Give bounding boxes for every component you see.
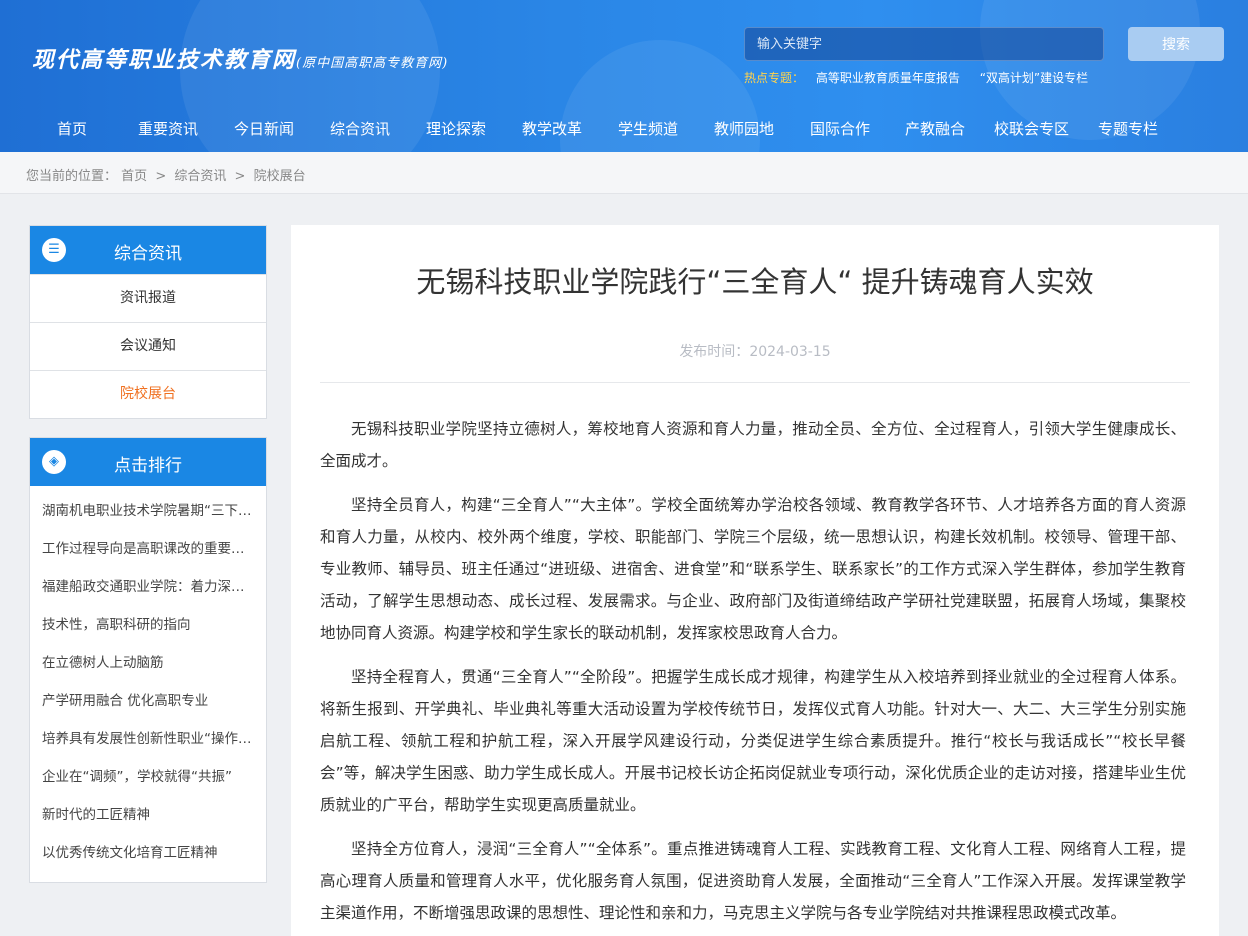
- main-nav: 首页 重要资讯 今日新闻 综合资讯 理论探索 教学改革 学生频道 教师园地 国际…: [0, 112, 1248, 144]
- sidebar-item-reports[interactable]: 资讯报道: [30, 274, 266, 322]
- nav-item-students[interactable]: 学生频道: [618, 118, 678, 139]
- sidebar-section-header: ☰ 综合资讯: [30, 226, 266, 274]
- breadcrumb-bar: 您当前的位置： 首页 > 综合资讯 > 院校展台: [0, 152, 1248, 194]
- nav-item-teachers[interactable]: 教师园地: [714, 118, 774, 139]
- article-panel: 无锡科技职业学院践行“三全育人“ 提升铸魂育人实效 发布时间：2024-03-1…: [291, 225, 1219, 936]
- search-input[interactable]: [744, 27, 1104, 61]
- nav-item-important[interactable]: 重要资讯: [138, 118, 198, 139]
- logo-sub-text: (原中国高职高专教育网): [296, 56, 449, 71]
- site-logo[interactable]: 现代高等职业技术教育网(原中国高职高专教育网): [32, 42, 448, 74]
- ranking-list: 湖南机电职业技术学院暑期“三下乡” 工作过程导向是高职课改的重要方向 福建船政交…: [30, 486, 266, 872]
- site-header: 现代高等职业技术教育网(原中国高职高专教育网) 搜索 热点专题： 高等职业教育质…: [0, 0, 1248, 152]
- breadcrumb-separator: >: [155, 169, 167, 184]
- ranking-item[interactable]: 技术性，高职科研的指向: [30, 606, 266, 644]
- hot-topics: 热点专题： 高等职业教育质量年度报告 “双高计划”建设专栏: [744, 69, 1104, 86]
- search-button[interactable]: 搜索: [1128, 27, 1224, 61]
- nav-item-special[interactable]: 专题专栏: [1098, 118, 1158, 139]
- article-title: 无锡科技职业学院践行“三全育人“ 提升铸魂育人实效: [416, 265, 1094, 299]
- nav-item-general[interactable]: 综合资讯: [330, 118, 390, 139]
- nav-item-teaching[interactable]: 教学改革: [522, 118, 582, 139]
- sidebar-section: ☰ 综合资讯 资讯报道 会议通知 院校展台: [29, 225, 267, 419]
- ranking-item[interactable]: 湖南机电职业技术学院暑期“三下乡”: [30, 492, 266, 530]
- logo-main-text: 现代高等职业技术教育网: [32, 47, 297, 73]
- sidebar-ranking-title: 点击排行: [114, 456, 182, 476]
- nav-item-alliance[interactable]: 校联会专区: [994, 118, 1069, 139]
- article-paragraph: 无锡科技职业学院坚持立德树人，筹校地育人资源和育人力量，推动全员、全方位、全过程…: [320, 420, 1186, 470]
- nav-item-industry[interactable]: 产教融合: [905, 118, 965, 139]
- breadcrumb: 您当前的位置： 首页 > 综合资讯 > 院校展台: [26, 165, 306, 184]
- breadcrumb-home[interactable]: 首页: [121, 169, 147, 184]
- ranking-item[interactable]: 以优秀传统文化培育工匠精神: [30, 834, 266, 872]
- nav-item-theory[interactable]: 理论探索: [426, 118, 486, 139]
- sidebar-item-showcase[interactable]: 院校展台: [30, 370, 266, 418]
- article-paragraph: 坚持全员育人，构建“三全育人”“大主体”。学校全面统筹办学治校各领域、教育教学各…: [320, 496, 1186, 642]
- article-divider: [320, 382, 1190, 383]
- ranking-item[interactable]: 在立德树人上动脑筋: [30, 644, 266, 682]
- article-date-label: 发布时间：: [679, 344, 750, 360]
- sidebar-ranking: ◈ 点击排行 湖南机电职业技术学院暑期“三下乡” 工作过程导向是高职课改的重要方…: [29, 437, 267, 883]
- ranking-item[interactable]: 新时代的工匠精神: [30, 796, 266, 834]
- article-date: 发布时间：2024-03-15: [291, 341, 1219, 361]
- nav-item-home[interactable]: 首页: [57, 118, 87, 139]
- hot-topics-label: 热点专题：: [744, 71, 805, 85]
- breadcrumb-prefix: 您当前的位置：: [26, 169, 118, 184]
- breadcrumb-showcase[interactable]: 院校展台: [254, 169, 306, 184]
- article-paragraph: 坚持全方位育人，浸润“三全育人”“全体系”。重点推进铸魂育人工程、实践教育工程、…: [320, 840, 1186, 922]
- hot-link-annual-report[interactable]: 高等职业教育质量年度报告: [816, 71, 960, 85]
- sidebar-ranking-header: ◈ 点击排行: [30, 438, 266, 486]
- ranking-item[interactable]: 产学研用融合 优化高职专业: [30, 682, 266, 720]
- ranking-item[interactable]: 福建船政交通职业学院：着力深化产教融合: [30, 568, 266, 606]
- sidebar-section-title: 综合资讯: [114, 244, 182, 264]
- article-date-value: 2024-03-15: [749, 344, 831, 360]
- sidebar-item-meetings[interactable]: 会议通知: [30, 322, 266, 370]
- ranking-item[interactable]: 培养具有发展性创新性职业“操作者”: [30, 720, 266, 758]
- nav-item-today[interactable]: 今日新闻: [234, 118, 294, 139]
- nav-item-international[interactable]: 国际合作: [810, 118, 870, 139]
- ranking-item[interactable]: 工作过程导向是高职课改的重要方向: [30, 530, 266, 568]
- ranking-item[interactable]: 企业在“调频”，学校就得“共振”: [30, 758, 266, 796]
- breadcrumb-general[interactable]: 综合资讯: [174, 169, 226, 184]
- hot-link-double-high[interactable]: “双高计划”建设专栏: [980, 71, 1088, 85]
- article-body: 无锡科技职业学院坚持立德树人，筹校地育人资源和育人力量，推动全员、全方位、全过程…: [320, 413, 1186, 936]
- article-paragraph: 坚持全程育人，贯通“三全育人”“全阶段”。把握学生成长成才规律，构建学生从入校培…: [320, 668, 1186, 814]
- breadcrumb-separator: >: [234, 169, 246, 184]
